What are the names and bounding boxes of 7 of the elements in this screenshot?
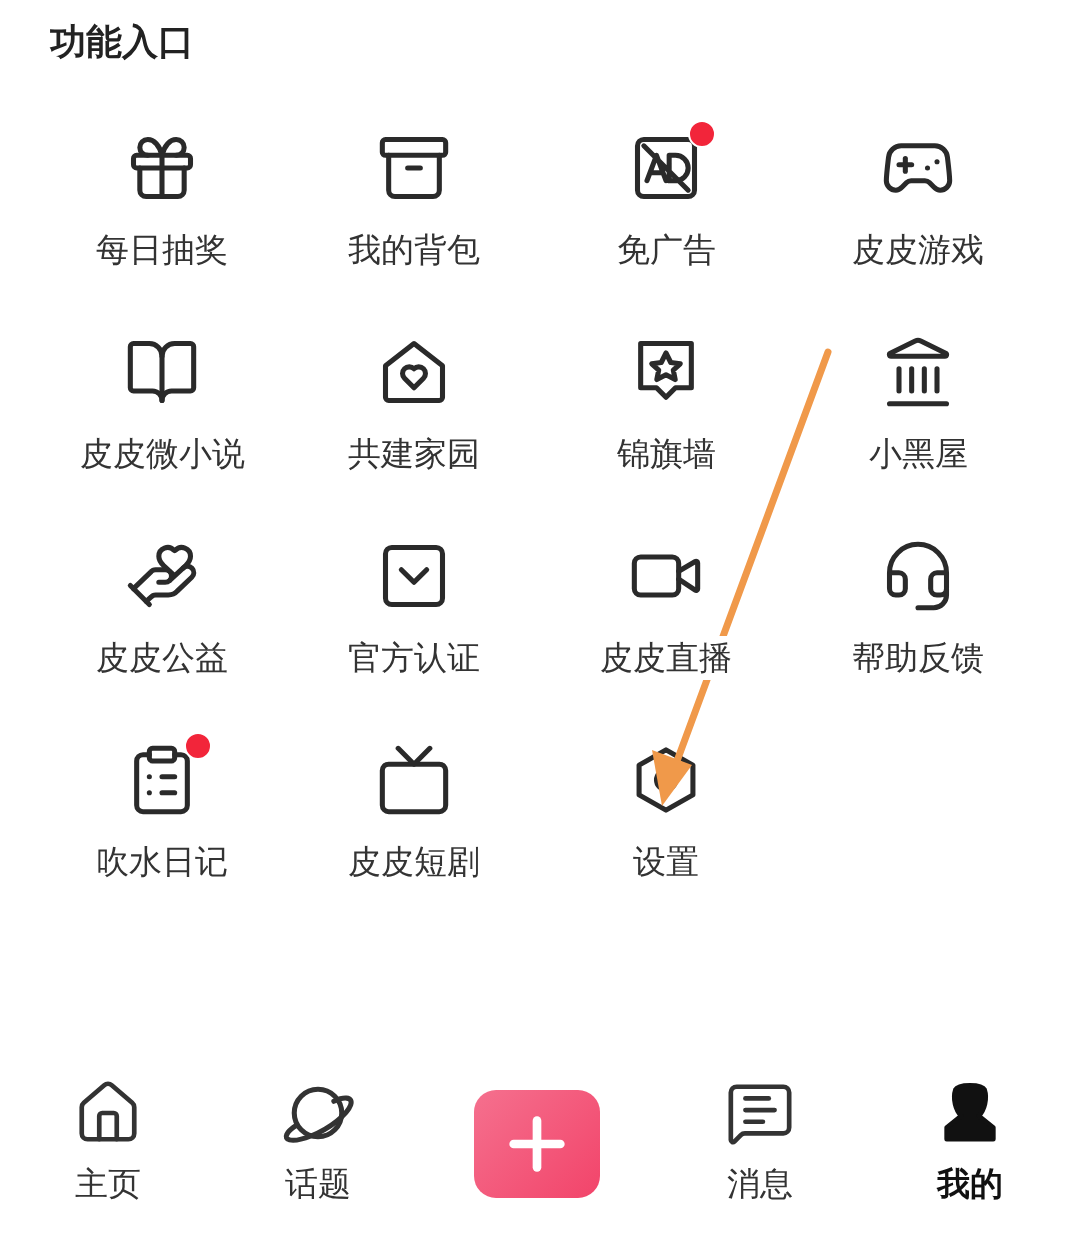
nav-tab[interactable]: 消息 [706,1078,814,1207]
feature-label[interactable]: 皮皮直播 [600,636,732,680]
nav-tab[interactable]: 话题 [264,1078,372,1207]
nav-tab[interactable]: 主页 [54,1078,162,1207]
compose-button[interactable] [474,1090,600,1198]
section-title: 功能入口 [50,20,195,64]
nav-tab[interactable]: 我的 [916,1078,1024,1207]
